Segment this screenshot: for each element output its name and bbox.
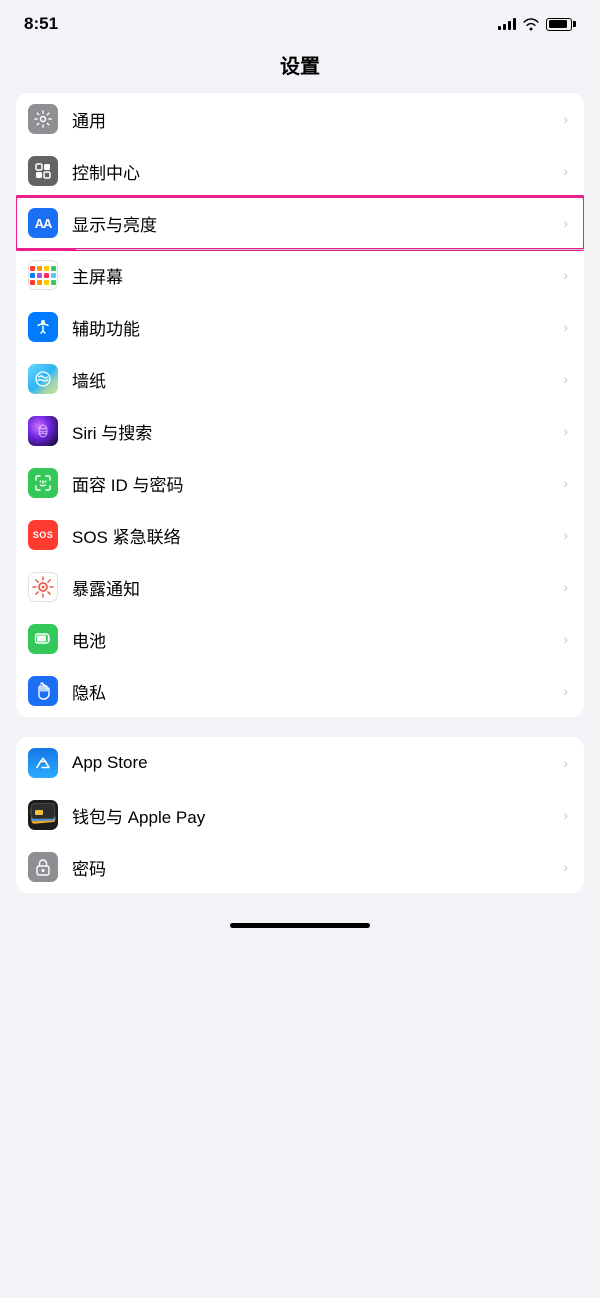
wallet-label: 钱包与 Apple Pay (72, 803, 555, 828)
settings-row-battery[interactable]: 电池 › (16, 613, 584, 665)
general-label: 通用 (72, 107, 555, 132)
appstore-icon (28, 748, 58, 778)
password-chevron: › (563, 859, 568, 875)
settings-row-sos[interactable]: SOS SOS 紧急联络 › (16, 509, 584, 561)
password-label: 密码 (72, 855, 555, 880)
display-chevron: › (563, 215, 568, 231)
accessibility-icon (28, 312, 58, 342)
sos-icon: SOS (28, 520, 58, 550)
accessibility-chevron: › (563, 319, 568, 335)
settings-row-password[interactable]: 密码 › (16, 841, 584, 893)
wallpaper-chevron: › (563, 371, 568, 387)
signal-icon (498, 18, 516, 30)
privacy-label: 隐私 (72, 679, 555, 704)
control-center-label: 控制中心 (72, 159, 555, 184)
sos-label: SOS 紧急联络 (72, 523, 555, 548)
siri-chevron: › (563, 423, 568, 439)
wallpaper-icon (28, 364, 58, 394)
privacy-icon (28, 676, 58, 706)
general-icon (28, 104, 58, 134)
settings-group-1: 通用 › 控制中心 › AA 显示与亮度 › (16, 93, 584, 717)
password-icon (28, 852, 58, 882)
exposure-chevron: › (563, 579, 568, 595)
settings-row-faceid[interactable]: 面容 ID 与密码 › (16, 457, 584, 509)
privacy-chevron: › (563, 683, 568, 699)
status-time: 8:51 (24, 14, 58, 34)
settings-row-appstore[interactable]: App Store › (16, 737, 584, 789)
appstore-label: App Store (72, 753, 555, 773)
control-center-icon (28, 156, 58, 186)
faceid-chevron: › (563, 475, 568, 491)
settings-row-control-center[interactable]: 控制中心 › (16, 145, 584, 197)
wallet-icon (28, 800, 58, 830)
siri-icon (28, 416, 58, 446)
settings-group-2: App Store › 钱包与 Apple Pay › 密码 › (16, 737, 584, 893)
appstore-chevron: › (563, 755, 568, 771)
settings-row-display[interactable]: AA 显示与亮度 › (16, 197, 584, 249)
wifi-icon (522, 17, 540, 31)
battery-icon (546, 18, 576, 31)
exposure-label: 暴露通知 (72, 575, 555, 600)
settings-row-home-screen[interactable]: 主屏幕 › (16, 249, 584, 301)
sos-chevron: › (563, 527, 568, 543)
siri-label: Siri 与搜索 (72, 419, 555, 444)
home-indicator-area (0, 913, 600, 940)
display-icon: AA (28, 208, 58, 238)
settings-row-wallpaper[interactable]: 墙纸 › (16, 353, 584, 405)
wallet-chevron: › (563, 807, 568, 823)
wallpaper-label: 墙纸 (72, 367, 555, 392)
page-title: 设置 (0, 42, 600, 93)
faceid-icon (28, 468, 58, 498)
settings-row-general[interactable]: 通用 › (16, 93, 584, 145)
status-bar: 8:51 (0, 0, 600, 42)
faceid-label: 面容 ID 与密码 (72, 471, 555, 496)
settings-row-privacy[interactable]: 隐私 › (16, 665, 584, 717)
home-screen-chevron: › (563, 267, 568, 283)
battery-settings-icon (28, 624, 58, 654)
exposure-icon (28, 572, 58, 602)
battery-label: 电池 (72, 627, 555, 652)
display-label: 显示与亮度 (72, 211, 555, 236)
general-chevron: › (563, 111, 568, 127)
battery-chevron: › (563, 631, 568, 647)
settings-row-exposure[interactable]: 暴露通知 › (16, 561, 584, 613)
home-indicator (230, 923, 370, 928)
status-icons (498, 17, 576, 31)
settings-row-wallet[interactable]: 钱包与 Apple Pay › (16, 789, 584, 841)
settings-row-siri[interactable]: Siri 与搜索 › (16, 405, 584, 457)
home-screen-label: 主屏幕 (72, 263, 555, 288)
settings-row-accessibility[interactable]: 辅助功能 › (16, 301, 584, 353)
home-screen-icon (28, 260, 58, 290)
accessibility-label: 辅助功能 (72, 315, 555, 340)
control-center-chevron: › (563, 163, 568, 179)
